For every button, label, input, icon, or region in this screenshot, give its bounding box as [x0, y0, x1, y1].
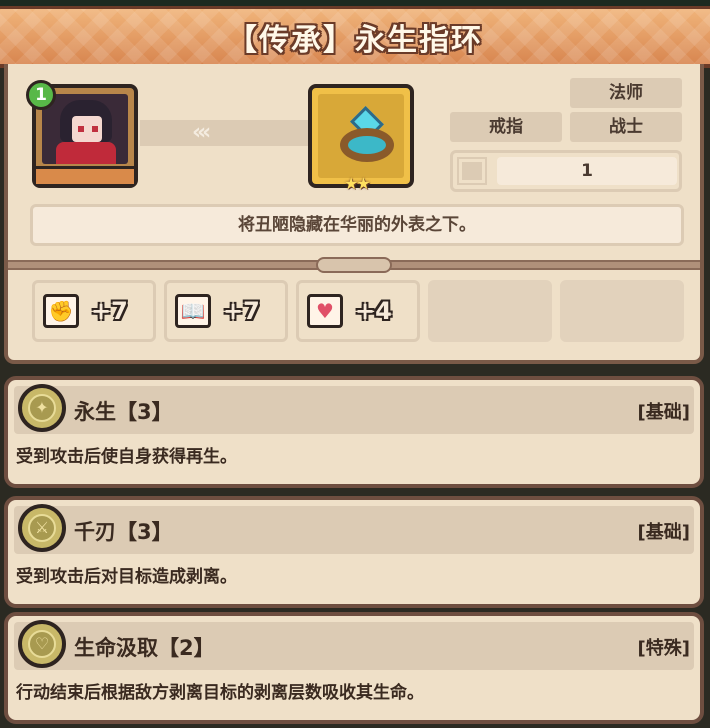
stat-health-value: +4	[355, 297, 392, 325]
stat-magic-value: +7	[223, 297, 260, 325]
skill-medal-icon: ♡	[18, 620, 66, 668]
skill-description: 行动结束后根据敌方剥离目标的剥离层数吸收其生命。	[16, 683, 424, 703]
title-banner: 【传承】永生指环	[0, 6, 710, 68]
class-tag-mage: 法师	[570, 78, 682, 108]
level-badge: 1	[26, 80, 56, 110]
item-description: 将丑陋隐藏在华丽的外表之下。	[30, 204, 684, 246]
section-divider	[8, 257, 700, 273]
item-icon-slot[interactable]: ★★	[308, 84, 414, 193]
portrait-base	[36, 166, 134, 184]
skill-header: ⚔ 千刃【3】 [基础]	[14, 504, 694, 554]
star-rating: ★★	[344, 174, 371, 193]
chevron-left-icon: ‹‹‹	[192, 120, 211, 145]
skill-description: 受到攻击后对目标造成剥离。	[16, 567, 237, 587]
skill-type-tag: [基础]	[637, 522, 690, 543]
transfer-arrow: ‹‹‹	[140, 120, 308, 146]
skill-type-tag: [基础]	[637, 402, 690, 423]
item-icon-frame	[318, 94, 404, 178]
skill-description: 受到攻击后使自身获得再生。	[16, 447, 237, 467]
skill-name: 永生【3】	[74, 400, 173, 424]
stat-slot-empty-2	[560, 280, 684, 342]
skill-medal-icon: ✦	[18, 384, 66, 432]
ring-icon	[340, 128, 394, 162]
heart-outline-icon: ♡	[28, 630, 56, 658]
skill-medal-icon: ⚔	[18, 504, 66, 552]
fist-icon: ✊	[43, 294, 79, 328]
stat-magic[interactable]: 📖 +7	[164, 280, 288, 342]
book-icon: 📖	[175, 294, 211, 328]
character-dress	[56, 142, 116, 164]
skill-name: 生命汲取【2】	[74, 636, 215, 660]
skill-card-2[interactable]: ⚔ 千刃【3】 [基础] 受到攻击后对目标造成剥离。	[4, 496, 704, 608]
heart-icon: ♥	[307, 294, 343, 328]
inventory-icon	[457, 157, 487, 185]
skill-name: 千刃【3】	[74, 520, 173, 544]
stat-slot-empty-1	[428, 280, 552, 342]
portrait-frame	[42, 94, 128, 164]
blades-icon: ⚔	[28, 514, 56, 542]
item-count-box: 1	[450, 150, 682, 192]
skill-header: ✦ 永生【3】 [基础]	[14, 384, 694, 434]
wing-icon: ✦	[28, 394, 56, 422]
skill-card-1[interactable]: ✦ 永生【3】 [基础] 受到攻击后使自身获得再生。	[4, 376, 704, 488]
stat-attack-value: +7	[91, 297, 128, 325]
item-detail-panel: 1 ‹‹‹ ★★ 法师 戒指 战士 1 将丑陋隐藏在华丽的外表之下。 ✊ +7 …	[4, 64, 704, 364]
stat-health[interactable]: ♥ +4	[296, 280, 420, 342]
stat-attack[interactable]: ✊ +7	[32, 280, 156, 342]
skill-card-3[interactable]: ♡ 生命汲取【2】 [特殊] 行动结束后根据敌方剥离目标的剥离层数吸收其生命。	[4, 612, 704, 724]
skill-type-tag: [特殊]	[637, 638, 690, 659]
item-count: 1	[497, 157, 677, 185]
character-eye-left	[78, 126, 84, 132]
divider-ornament	[316, 257, 392, 273]
class-tag-warrior: 战士	[570, 112, 682, 142]
item-title: 【传承】永生指环	[227, 23, 483, 58]
skill-header: ♡ 生命汲取【2】 [特殊]	[14, 620, 694, 670]
character-eye-right	[92, 126, 98, 132]
type-tag-ring: 戒指	[450, 112, 562, 142]
